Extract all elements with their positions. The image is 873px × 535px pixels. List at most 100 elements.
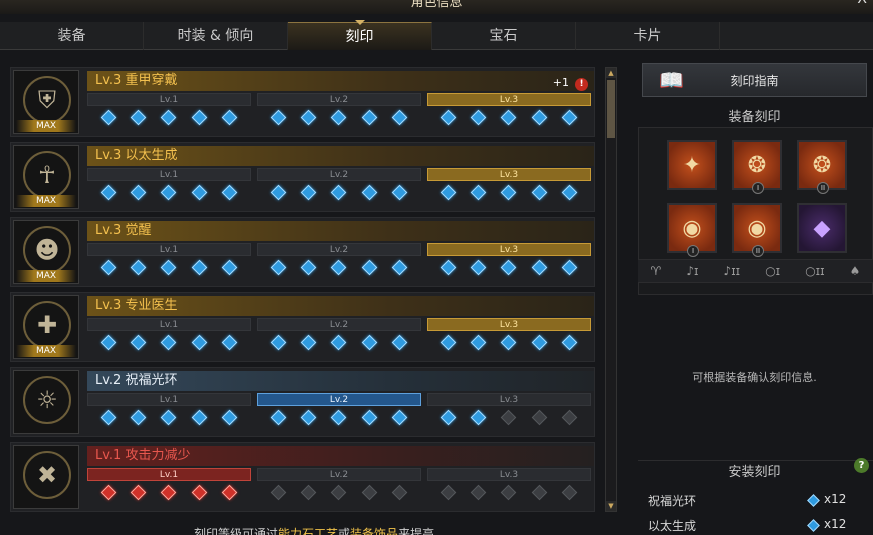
guide-button-label: 刻印指南 [730,74,779,88]
footer-mid: 或 [338,527,351,535]
engraving-name-bar: Lv.1 攻击力减少 [87,446,594,466]
blue-gem-icon [361,184,378,201]
slot-num: II [817,182,829,194]
engraving-row[interactable]: ⛨ MAX Lv.3 重甲穿戴 +1! Lv.1 Lv.2 Lv.3 [10,67,595,137]
blue-gem-icon [100,184,116,201]
gem-row [257,481,421,501]
tab-fashion[interactable]: 时装 & 倾向 [144,22,288,50]
slot-type-icons: ♈ ♪ɪ ♪ɪɪ ○ɪ ○ɪɪ ♠ [638,259,873,283]
blue-gem-icon [331,409,347,426]
warning-icon[interactable]: ! [575,78,588,91]
engraving-guide-button[interactable]: 📖 刻印指南 [642,63,867,97]
gem-row [427,481,591,501]
level-segment: Lv.3 [427,318,591,358]
max-label: MAX [16,120,76,132]
empty-gem-icon [470,484,487,501]
level-segment: Lv.2 [257,168,421,208]
blue-gem-icon [300,259,317,276]
blue-gem-icon [221,109,238,126]
blue-gem-icon [440,109,456,126]
installed-row: 以太生成 x12 [648,517,848,535]
blue-gem-icon [161,334,177,351]
engraving-row[interactable]: ✚ MAX Lv.3 专业医生 Lv.1 Lv.2 Lv.3 [10,292,595,362]
ring-1-icon[interactable]: ◉ I [667,203,717,257]
level-label: Lv.1 [87,318,251,331]
empty-gem-icon [270,484,286,501]
blue-gem-icon [100,409,116,426]
empty-gem-icon [501,484,517,501]
ring-2-outline-icon: ○ɪɪ [805,264,825,278]
blue-gem-icon [531,259,548,276]
ring-1-outline-icon: ○ɪ [765,264,781,278]
gem-row [427,181,591,201]
tab-engraving[interactable]: 刻印 [288,20,432,50]
ability-stone-icon[interactable]: ◆ [797,203,847,253]
tab-equipment[interactable]: 装备 [0,22,144,50]
tab-cards[interactable]: 卡片 [576,22,720,50]
blue-gem-icon [191,184,208,201]
earring-2-icon[interactable]: ❂ II [797,140,847,194]
level-segment: Lv.2 [257,393,421,433]
blue-gem-icon [221,409,238,426]
engraving-row[interactable]: ☼ Lv.2 祝福光环 Lv.1 Lv.2 Lv.3 [10,367,595,437]
blue-gem-icon [161,184,177,201]
level-segment: Lv.2 [257,468,421,508]
level-label: Lv.1 [87,93,251,106]
level-segment: Lv.3 [427,243,591,283]
level-segment: Lv.1 [87,468,251,508]
tab-bar: 装备 时装 & 倾向 刻印 宝石 卡片 [0,20,873,50]
gem-row [427,331,591,351]
empty-gem-icon [440,484,456,501]
max-label: MAX [16,270,76,282]
ether-figure-icon: ☥ [23,151,71,199]
engraving-name: Lv.1 攻击力减少 [95,448,191,463]
blue-gem-icon [391,109,408,126]
blue-gem-icon [470,409,487,426]
earring-1-icon[interactable]: ❂ I [732,140,782,194]
ring-2-icon[interactable]: ◉ II [732,203,782,257]
slot-num: I [687,245,699,257]
doctor-icon: ✚ [23,301,71,349]
level-label: Lv.1 [87,243,251,256]
red-gem-icon [130,484,147,501]
footer-note: 刻印等级可通过能力石工艺或装备饰品来提高 [194,525,434,535]
installed-count: x12 [824,492,847,506]
gem-row [257,406,421,426]
empty-gem-icon [300,484,317,501]
list-scrollbar[interactable]: ▲ ▼ [605,67,617,512]
blue-gem-icon [391,184,408,201]
level-segment: Lv.3 [427,168,591,208]
engraving-row[interactable]: ✖ Lv.1 攻击力减少 Lv.1 Lv.2 Lv.3 [10,442,595,512]
blue-gem-icon [561,109,578,126]
close-icon[interactable]: X [857,0,867,6]
footer-link-ability-stone[interactable]: 能力石工艺 [278,527,338,535]
engraving-row[interactable]: ☥ MAX Lv.3 以太生成 Lv.1 Lv.2 Lv.3 [10,142,595,212]
attack-reduction-icon: ✖ [23,451,71,499]
gem-row [87,331,251,351]
level-segment: Lv.1 [87,318,251,358]
necklace-icon[interactable]: ✦ [667,140,717,190]
blue-gem-icon [361,409,378,426]
level-label: Lv.3 [427,468,591,481]
blue-gem-icon [470,334,487,351]
scroll-thumb[interactable] [607,80,615,138]
blue-gem-icon [130,109,147,126]
level-label: Lv.3 [427,393,591,406]
help-icon[interactable]: ? [854,458,869,473]
footer-link-accessory[interactable]: 装备饰品 [350,527,398,535]
blessing-aura-icon: ☼ [23,376,71,424]
blue-gem-icon [221,259,238,276]
scroll-up-icon[interactable]: ▲ [606,68,616,78]
gem-row [257,331,421,351]
tab-gems[interactable]: 宝石 [432,22,576,50]
blue-gem-icon [470,184,487,201]
installed-row: 祝福光环 x12 [648,492,848,510]
installed-count: x12 [824,517,847,531]
blue-gem-icon [331,184,347,201]
blue-gem-icon [161,109,177,126]
engraving-row[interactable]: ☻ MAX Lv.3 觉醒 Lv.1 Lv.2 Lv.3 [10,217,595,287]
blue-gem-icon [531,184,548,201]
scroll-down-icon[interactable]: ▼ [606,501,616,511]
gem-row [257,106,421,126]
gem-row [87,406,251,426]
